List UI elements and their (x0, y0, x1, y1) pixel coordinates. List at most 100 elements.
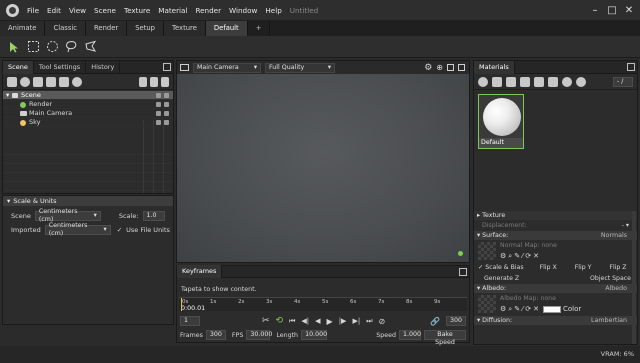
scale-bias-checkbox[interactable]: ✓ (478, 262, 483, 273)
detach-panel-icon[interactable] (459, 268, 467, 276)
scene-units-dropdown[interactable]: Centimeters (cm) ▾ (34, 208, 101, 223)
lock-icon[interactable] (156, 120, 161, 125)
tree-item-render[interactable]: Render (3, 100, 173, 109)
eye-icon[interactable] (164, 102, 169, 107)
scissors-icon[interactable]: ✂ (262, 316, 270, 326)
menu-scene[interactable]: Scene (90, 0, 120, 21)
settings-gear-icon[interactable] (72, 76, 82, 87)
step-back-icon[interactable]: ◀| (301, 317, 309, 325)
duplicate-material-icon[interactable] (492, 76, 502, 87)
tab-history[interactable]: History (86, 60, 121, 74)
scale-input[interactable]: 1.0 (142, 211, 165, 221)
tab-materials[interactable]: Materials (474, 60, 515, 74)
play-reverse-icon[interactable]: ◀ (315, 317, 320, 325)
scale-units-header[interactable]: ▾ Scale & Units (3, 196, 173, 206)
flip-y-checkbox[interactable]: Flip Y (575, 262, 592, 273)
3d-viewport[interactable]: Main Camera ▾ Full Quality ▾ ⚙ ⊕ (176, 60, 470, 263)
eye-icon[interactable] (164, 93, 169, 98)
tree-item-sky[interactable]: Sky (3, 118, 173, 127)
flip-x-checkbox[interactable]: Flip X (540, 262, 557, 273)
tab-default[interactable]: Default (205, 21, 248, 36)
surface-mode-dropdown[interactable]: Normals (601, 231, 627, 240)
layers-icon[interactable] (150, 76, 158, 87)
folder-icon[interactable] (520, 76, 530, 87)
map-tools-icons[interactable]: ⚙⌕✎⁄⟳✕ (500, 304, 541, 314)
tree-item-scene[interactable]: ▾ Scene (3, 91, 173, 100)
lock-icon[interactable] (156, 111, 161, 116)
skip-end-icon[interactable]: ⏭ (366, 317, 372, 326)
skip-start-icon[interactable]: ⏮ (289, 317, 295, 326)
maximize-view-icon[interactable] (447, 64, 454, 71)
frames-input[interactable]: 300 (205, 330, 226, 340)
detach-panel-icon[interactable] (163, 63, 171, 71)
camera-icon[interactable] (7, 76, 17, 87)
lock-icon[interactable] (156, 93, 161, 98)
add-tab-button[interactable]: + (247, 21, 271, 36)
color-swatch[interactable] (542, 305, 561, 313)
eye-icon[interactable] (164, 111, 169, 116)
diffusion-section-header[interactable]: ▾ Diffusion: Lambertian (474, 316, 637, 325)
folder-icon[interactable] (59, 76, 69, 87)
loop-icon[interactable]: ⟲ (276, 316, 284, 326)
length-input[interactable]: 10.000 (301, 330, 327, 340)
merge-icon[interactable] (506, 76, 516, 87)
albedo-map-slot[interactable] (478, 295, 496, 313)
menu-render[interactable]: Render (191, 0, 225, 21)
texture-section-header[interactable]: ▸ Texture (474, 211, 637, 220)
quality-dropdown[interactable]: Full Quality ▾ (265, 62, 335, 73)
menu-edit[interactable]: Edit (43, 0, 65, 21)
split-view-icon[interactable]: ⊕ (436, 63, 443, 72)
flip-z-checkbox[interactable]: Flip Z (609, 262, 626, 273)
rect-select-icon[interactable] (25, 39, 41, 55)
map-tools-icons[interactable]: ⚙⌕✎⁄⟳✕ (500, 251, 557, 261)
lock-icon[interactable] (156, 102, 161, 107)
menu-material[interactable]: Material (154, 0, 191, 21)
imported-units-dropdown[interactable]: Centimeters (cm) ▾ (44, 222, 111, 237)
material-search-input[interactable]: - / (613, 76, 633, 87)
displacement-row[interactable]: Displacement: - ▾ (474, 220, 637, 231)
menu-texture[interactable]: Texture (120, 0, 154, 21)
tree-item-main-camera[interactable]: Main Camera (3, 109, 173, 118)
detach-panel-icon[interactable] (627, 63, 635, 71)
ellipse-select-icon[interactable] (44, 39, 60, 55)
assign-icon[interactable] (562, 76, 572, 87)
mesh-icon[interactable] (46, 76, 56, 87)
frame-input[interactable]: 1 (180, 316, 200, 326)
tab-render[interactable]: Render (86, 21, 128, 36)
timeline-ruler[interactable]: 0s 1s 2s 3s 4s 5s 6s 7s 8s 9s 0:00.01 (179, 297, 467, 312)
tab-texture[interactable]: Texture (164, 21, 206, 36)
generate-z-checkbox[interactable]: Generate Z (484, 273, 519, 284)
tab-animate[interactable]: Animate (0, 21, 46, 36)
menu-view[interactable]: View (65, 0, 90, 21)
tab-scene[interactable]: Scene (3, 60, 34, 74)
end-frame-input[interactable]: 300 (446, 316, 466, 326)
albedo-section-header[interactable]: ▾ Albedo: Albedo (474, 284, 637, 293)
material-thumbnail[interactable]: Default (478, 94, 524, 149)
tab-classic[interactable]: Classic (45, 21, 86, 36)
menu-help[interactable]: Help (261, 0, 285, 21)
camera-dropdown[interactable]: Main Camera ▾ (193, 62, 261, 73)
light-icon[interactable] (20, 76, 30, 87)
polygon-select-icon[interactable] (82, 39, 98, 55)
speed-input[interactable]: 1.000 (399, 330, 421, 340)
lasso-select-icon[interactable] (63, 39, 79, 55)
bake-speed-button[interactable]: Bake Speed (424, 330, 466, 346)
select-arrow-icon[interactable] (6, 39, 22, 55)
maximize-icon[interactable]: □ (605, 3, 619, 17)
use-file-units-checkbox[interactable]: ✓ (117, 226, 122, 234)
playhead[interactable] (181, 298, 182, 311)
fps-input[interactable]: 30.000 (246, 330, 272, 340)
sky-icon[interactable] (33, 76, 43, 87)
object-space-checkbox[interactable]: Object Space (590, 273, 631, 284)
albedo-mode-dropdown[interactable]: Albedo (605, 284, 627, 293)
grid-view-icon[interactable] (161, 76, 169, 87)
tab-setup[interactable]: Setup (127, 21, 164, 36)
step-forward-icon[interactable]: |▶ (339, 317, 347, 325)
next-key-icon[interactable]: ▶| (352, 317, 360, 325)
eye-icon[interactable] (164, 120, 169, 125)
menu-window[interactable]: Window (225, 0, 261, 21)
normal-map-slot[interactable] (478, 242, 496, 260)
camera-icon[interactable] (180, 64, 189, 71)
eyedropper-icon[interactable] (548, 76, 558, 87)
tab-keyframes[interactable]: Keyframes (177, 265, 223, 278)
